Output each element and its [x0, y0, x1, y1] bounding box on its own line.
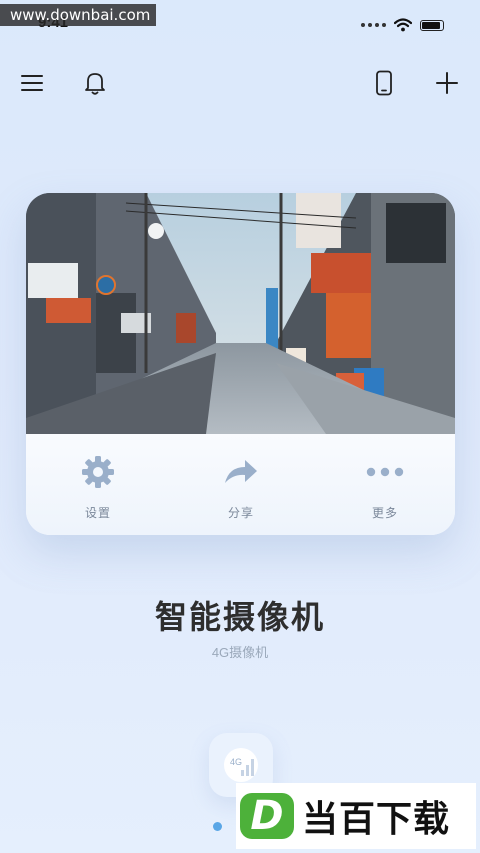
settings-button[interactable]: 设置 — [48, 452, 148, 521]
share-button[interactable]: 分享 — [191, 452, 291, 521]
settings-label: 设置 — [84, 506, 111, 520]
device-title: 智能摄像机 — [154, 599, 325, 635]
camera-card[interactable]: 设置 分享 更多 — [26, 193, 455, 535]
device-button[interactable] — [367, 66, 401, 100]
page-indicator-dot — [213, 822, 222, 831]
camera-actions: 设置 分享 更多 — [26, 434, 455, 535]
status-indicators — [361, 18, 444, 32]
share-label: 分享 — [227, 506, 254, 520]
cellular-signal-icon — [361, 23, 386, 27]
brand-watermark: D 当百下载 — [236, 783, 476, 849]
battery-icon — [420, 19, 444, 31]
brand-logo-badge: D — [240, 793, 294, 839]
plus-icon — [436, 72, 458, 94]
more-label: 更多 — [371, 506, 398, 520]
4g-text: 4G — [230, 757, 242, 767]
more-dots-icon — [366, 467, 404, 477]
device-subtitle: 4G摄像机 — [211, 645, 269, 660]
wifi-icon — [394, 18, 412, 32]
camera-preview-image[interactable] — [26, 193, 455, 434]
brand-name: 当百下载 — [302, 798, 451, 839]
phone-icon — [376, 70, 392, 96]
hamburger-menu-icon — [21, 75, 43, 91]
site-watermark: www.downbai.com — [0, 4, 157, 26]
more-button[interactable]: 更多 — [335, 452, 435, 521]
notifications-button[interactable] — [78, 66, 112, 100]
4g-signal-icon: 4G — [224, 748, 258, 782]
gear-icon — [82, 456, 114, 488]
add-device-button[interactable] — [430, 66, 464, 100]
bell-icon — [85, 73, 105, 95]
menu-button[interactable] — [15, 66, 49, 100]
share-arrow-icon — [225, 460, 257, 483]
